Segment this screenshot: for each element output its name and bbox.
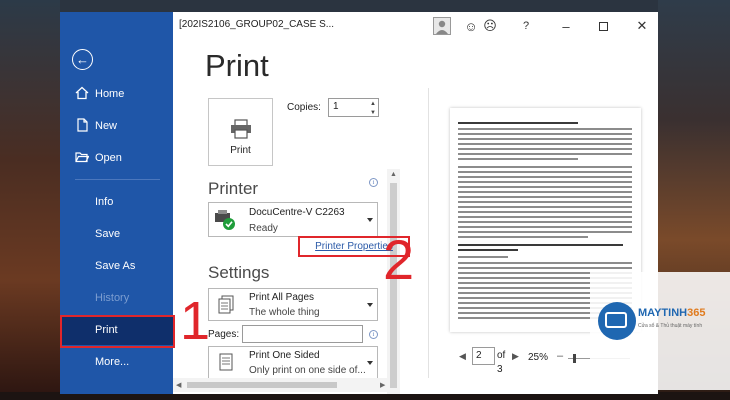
nav-item-label: Info (95, 196, 114, 208)
help-icon[interactable]: ? (517, 17, 535, 35)
print-range-select[interactable]: Print All Pages The whole thing (208, 288, 378, 321)
copies-label: Copies: (287, 102, 321, 113)
print-range-description: The whole thing (249, 307, 320, 318)
printer-properties-link[interactable]: Printer Properties (315, 241, 393, 252)
nav-item-open[interactable]: Open (60, 143, 173, 173)
nav-item-info[interactable]: Info (60, 187, 173, 217)
print-button-label: Print (230, 145, 251, 156)
printer-name: DocuCentre-V C2263 (249, 207, 345, 218)
chevron-down-icon (367, 361, 373, 365)
pages-stack-icon (218, 295, 234, 314)
print-sides-description: Only print on one side of... (249, 365, 366, 376)
close-icon[interactable]: ✕ (633, 17, 651, 35)
back-button[interactable]: ← (72, 49, 93, 70)
nav-item-save[interactable]: Save (60, 219, 173, 249)
print-sides-value: Print One Sided (249, 350, 320, 361)
zoom-out-icon[interactable]: – (557, 350, 563, 362)
divider (428, 88, 429, 378)
frown-icon[interactable]: ☹ (481, 17, 499, 35)
scroll-right-icon[interactable]: ▶ (380, 381, 385, 389)
nav-item-home[interactable]: Home (60, 79, 173, 109)
page-of-label: of (497, 350, 506, 361)
nav-item-save-as[interactable]: Save As (60, 251, 173, 281)
person-icon (433, 17, 451, 35)
single-page-icon (219, 353, 233, 371)
nav-item-label: Save (95, 228, 121, 240)
current-page-field[interactable]: 2 (472, 347, 495, 365)
print-sides-select[interactable]: Print One Sided Only print on one side o… (208, 346, 378, 379)
total-pages: 3 (497, 364, 503, 375)
document-title: [202IS2106_GROUP02_CASE S... (179, 19, 335, 30)
nav-separator (75, 179, 160, 180)
nav-item-label: More... (95, 356, 130, 368)
previous-page-icon[interactable]: ◀ (459, 351, 469, 361)
desktop-background-left (0, 0, 60, 400)
print-range-value: Print All Pages (249, 292, 315, 303)
step-1-marker: 1 (180, 291, 211, 351)
pages-label: Pages: (208, 329, 240, 340)
maximize-icon[interactable] (594, 17, 612, 35)
watermark-brand: MAYTINH365 (638, 307, 706, 319)
zoom-level: 25% (528, 352, 549, 363)
printer-heading: Printer (208, 179, 259, 198)
back-arrow-icon: ← (76, 52, 89, 67)
nav-item-more[interactable]: More... (60, 347, 173, 377)
copies-increment-icon[interactable]: ▲ (368, 99, 378, 108)
pages-input[interactable] (242, 325, 363, 343)
nav-item-label: New (95, 120, 118, 132)
open-folder-icon (75, 152, 89, 163)
step-2-marker: 2 (383, 228, 415, 291)
printer-icon (230, 119, 251, 139)
settings-heading: Settings (208, 263, 270, 282)
scroll-left-icon[interactable]: ◀ (176, 381, 181, 389)
watermark: MAYTINH365 Cửa sổ & Thủ thuật máy tính (590, 272, 730, 390)
horizontal-scroll-thumb[interactable] (187, 382, 337, 388)
scroll-up-icon[interactable]: ▲ (387, 171, 400, 181)
info-icon[interactable]: i (369, 178, 378, 187)
chevron-down-icon (367, 218, 373, 222)
minimize-icon[interactable]: – (557, 17, 575, 35)
title-bar: [202IS2106_GROUP02_CASE S... ☺ ☹ ? – ✕ (173, 12, 658, 39)
print-button[interactable]: Print (208, 98, 273, 166)
print-nav-highlight (60, 315, 175, 348)
printer-select[interactable]: DocuCentre-V C2263 Ready (208, 202, 378, 237)
nav-item-new[interactable]: New (60, 111, 173, 141)
nav-item-label: History (95, 292, 130, 304)
horizontal-scrollbar[interactable]: ◀ ▶ (173, 378, 390, 392)
zoom-slider-thumb[interactable] (573, 354, 576, 363)
next-page-icon[interactable]: ▶ (512, 351, 522, 361)
nav-item-history: History (60, 283, 173, 313)
printer-status-icon (215, 210, 235, 230)
desktop-top-strip (0, 0, 730, 12)
home-icon (75, 86, 89, 100)
page-title: Print (205, 48, 269, 83)
account-avatar[interactable] (433, 17, 451, 35)
smiley-icon[interactable]: ☺ (462, 17, 480, 35)
copies-decrement-icon[interactable]: ▼ (368, 108, 378, 117)
nav-item-label: Save As (95, 260, 136, 272)
chevron-down-icon (367, 303, 373, 307)
nav-item-label: Open (95, 152, 122, 164)
nav-item-label: Home (95, 88, 125, 100)
printer-status: Ready (249, 223, 278, 234)
info-icon[interactable]: i (369, 330, 378, 339)
new-document-icon (77, 118, 88, 132)
watermark-tagline: Cửa sổ & Thủ thuật máy tính (638, 323, 703, 329)
